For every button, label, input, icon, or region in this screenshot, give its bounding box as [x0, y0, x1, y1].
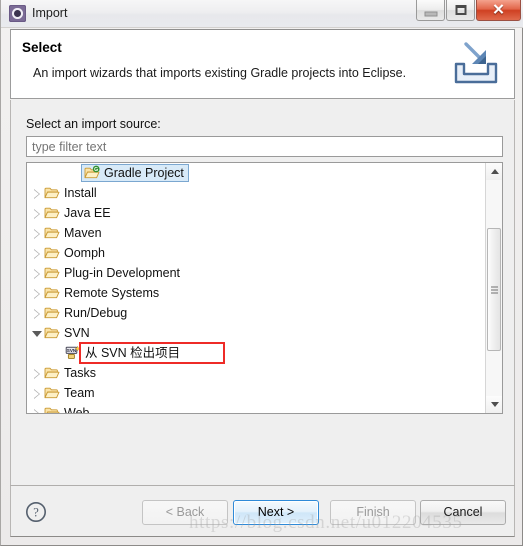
- wizard-button-bar: ? < Back Next > Finish Cancel: [10, 486, 515, 537]
- folder-icon: [44, 225, 60, 241]
- tree-row[interactable]: G Gradle Project: [27, 163, 486, 183]
- tree-row[interactable]: SVN: [27, 323, 486, 343]
- minimize-icon: [424, 11, 437, 17]
- tree-expander-collapsed-icon[interactable]: [32, 388, 41, 399]
- window-controls: ✕: [415, 0, 521, 22]
- folder-icon: [44, 365, 60, 381]
- folder-icon: [44, 185, 60, 201]
- tree-row-label: 从 SVN 检出项目: [85, 346, 181, 360]
- tree-expander-collapsed-icon[interactable]: [32, 248, 41, 259]
- tree-expander-collapsed-icon[interactable]: [32, 208, 41, 219]
- scroll-thumb[interactable]: [487, 228, 501, 351]
- tree-row[interactable]: Plug-in Development: [27, 263, 486, 283]
- gradle-folder-icon: G: [84, 165, 100, 181]
- wizard-page-body: Select an import source: G Gradle Project…: [10, 100, 515, 485]
- tree-row[interactable]: SVN 从 SVN 检出项目: [27, 343, 486, 363]
- svg-text:G: G: [94, 167, 98, 173]
- tree-row-label: SVN: [64, 326, 90, 340]
- tree-expander-collapsed-icon[interactable]: [32, 268, 41, 279]
- tree-row-label: Remote Systems: [64, 286, 160, 300]
- folder-icon: [44, 405, 60, 413]
- tree-row[interactable]: Run/Debug: [27, 303, 486, 323]
- scroll-thumb-grip: [491, 286, 498, 293]
- filter-input[interactable]: [26, 136, 503, 157]
- tree-row-content: SVN 从 SVN 检出项目: [65, 345, 180, 361]
- tree-expander-collapsed-icon[interactable]: [32, 228, 41, 239]
- import-banner-icon: [450, 38, 502, 90]
- tree-expander-collapsed-icon[interactable]: [32, 188, 41, 199]
- window-titlebar: Import ✕: [1, 0, 523, 28]
- tree-row-label: Gradle Project: [104, 166, 184, 180]
- tree-row-content: Install: [44, 185, 97, 201]
- tree-rows: G Gradle Project Install Java EE Maven Oomph P…: [27, 163, 486, 413]
- tree-row-content: SVN: [44, 325, 90, 341]
- import-wizard-icon: [9, 5, 26, 22]
- back-button[interactable]: < Back: [142, 500, 228, 525]
- page-title: Select: [22, 40, 62, 55]
- svg-text:?: ?: [33, 506, 39, 520]
- import-source-tree[interactable]: G Gradle Project Install Java EE Maven Oomph P…: [26, 162, 503, 414]
- page-description: An import wizards that imports existing …: [33, 66, 407, 80]
- scroll-up-arrow[interactable]: [486, 163, 502, 180]
- svn-checkout-icon: SVN: [65, 345, 81, 361]
- tree-expander-expanded-icon[interactable]: [32, 329, 42, 338]
- tree-row-label: Java EE: [64, 206, 111, 220]
- tree-row-label: Team: [64, 386, 95, 400]
- tree-row-label: Maven: [64, 226, 102, 240]
- tree-row-label: Tasks: [64, 366, 96, 380]
- wizard-banner: Select An import wizards that imports ex…: [10, 29, 515, 99]
- tree-row-content: Remote Systems: [44, 285, 159, 301]
- minimize-button[interactable]: [416, 0, 445, 21]
- folder-icon: [44, 205, 60, 221]
- folder-icon: [44, 265, 60, 281]
- tree-row-content: Run/Debug: [44, 305, 127, 321]
- folder-icon: [44, 325, 60, 341]
- folder-icon: [44, 305, 60, 321]
- tree-row-content: Java EE: [44, 205, 111, 221]
- cancel-button[interactable]: Cancel: [420, 500, 506, 525]
- maximize-button[interactable]: [446, 0, 475, 21]
- tree-row[interactable]: Web: [27, 403, 486, 413]
- next-button[interactable]: Next >: [233, 500, 319, 525]
- tree-expander-collapsed-icon[interactable]: [32, 308, 41, 319]
- folder-icon: [44, 245, 60, 261]
- tree-row-label: Run/Debug: [64, 306, 128, 320]
- tree-row[interactable]: Install: [27, 183, 486, 203]
- close-button[interactable]: ✕: [476, 0, 521, 21]
- tree-row-content: Team: [44, 385, 95, 401]
- import-source-label: Select an import source:: [26, 117, 161, 131]
- help-icon[interactable]: ?: [25, 501, 47, 523]
- tree-row-selected: G Gradle Project: [81, 164, 189, 182]
- tree-expander-collapsed-icon[interactable]: [32, 368, 41, 379]
- folder-icon: [44, 285, 60, 301]
- tree-row-content: Plug-in Development: [44, 265, 180, 281]
- tree-row[interactable]: Maven: [27, 223, 486, 243]
- scroll-down-arrow[interactable]: [486, 396, 502, 413]
- tree-expander-collapsed-icon[interactable]: [32, 288, 41, 299]
- maximize-icon: [455, 5, 466, 15]
- tree-row[interactable]: Remote Systems: [27, 283, 486, 303]
- tree-row-label: Install: [64, 186, 97, 200]
- tree-row-content: Web: [44, 405, 89, 413]
- window-title: Import: [32, 6, 68, 20]
- tree-row-content: Oomph: [44, 245, 105, 261]
- tree-row-label: Plug-in Development: [64, 266, 181, 280]
- tree-row-content: Maven: [44, 225, 102, 241]
- tree-row-label: Web: [64, 406, 90, 413]
- tree-expander-collapsed-icon[interactable]: [32, 408, 41, 413]
- tree-row[interactable]: Team: [27, 383, 486, 403]
- close-icon: ✕: [492, 1, 505, 19]
- tree-row[interactable]: Tasks: [27, 363, 486, 383]
- finish-button[interactable]: Finish: [330, 500, 416, 525]
- import-wizard-window: Import ✕ Select An import wizards that i…: [0, 0, 523, 546]
- tree-scrollbar[interactable]: [485, 163, 502, 413]
- tree-row[interactable]: Oomph: [27, 243, 486, 263]
- tree-row-label: Oomph: [64, 246, 105, 260]
- tree-row[interactable]: Java EE: [27, 203, 486, 223]
- tree-row-content: Tasks: [44, 365, 96, 381]
- folder-icon: [44, 385, 60, 401]
